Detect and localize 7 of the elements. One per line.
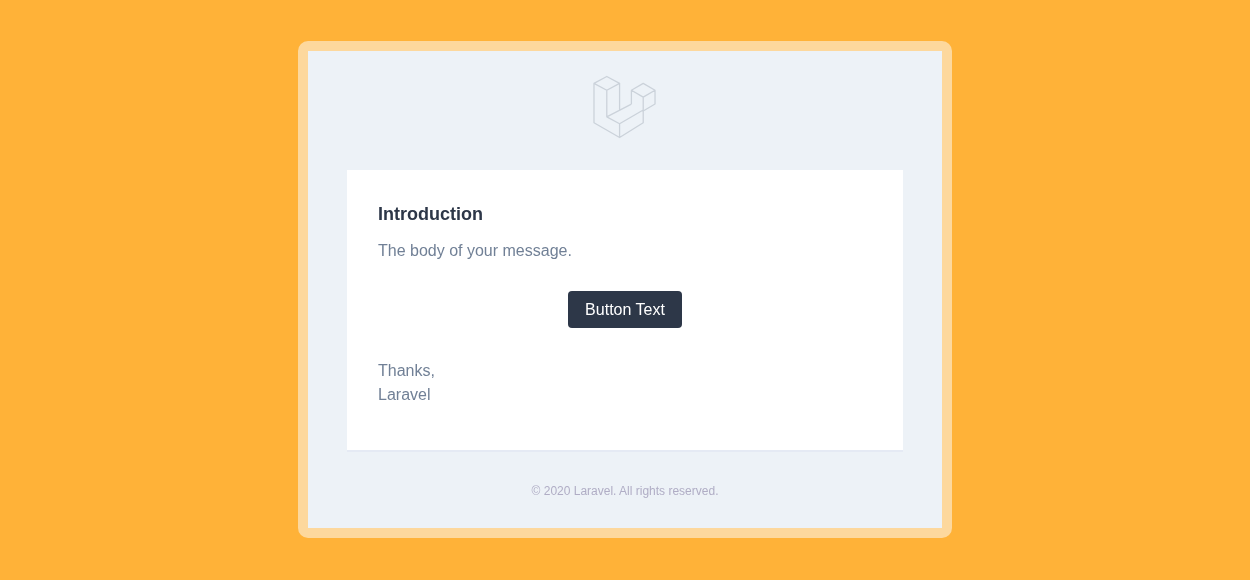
logo-icon [593,75,657,141]
footer-text: © 2020 Laravel. All rights reserved. [531,484,719,498]
message-heading: Introduction [378,204,484,225]
salutation-line: Laravel [378,385,432,405]
salutation-line: Thanks, [378,361,436,381]
message-body: The body of your message. [378,242,573,260]
action-button[interactable]: Button Text [568,291,682,328]
